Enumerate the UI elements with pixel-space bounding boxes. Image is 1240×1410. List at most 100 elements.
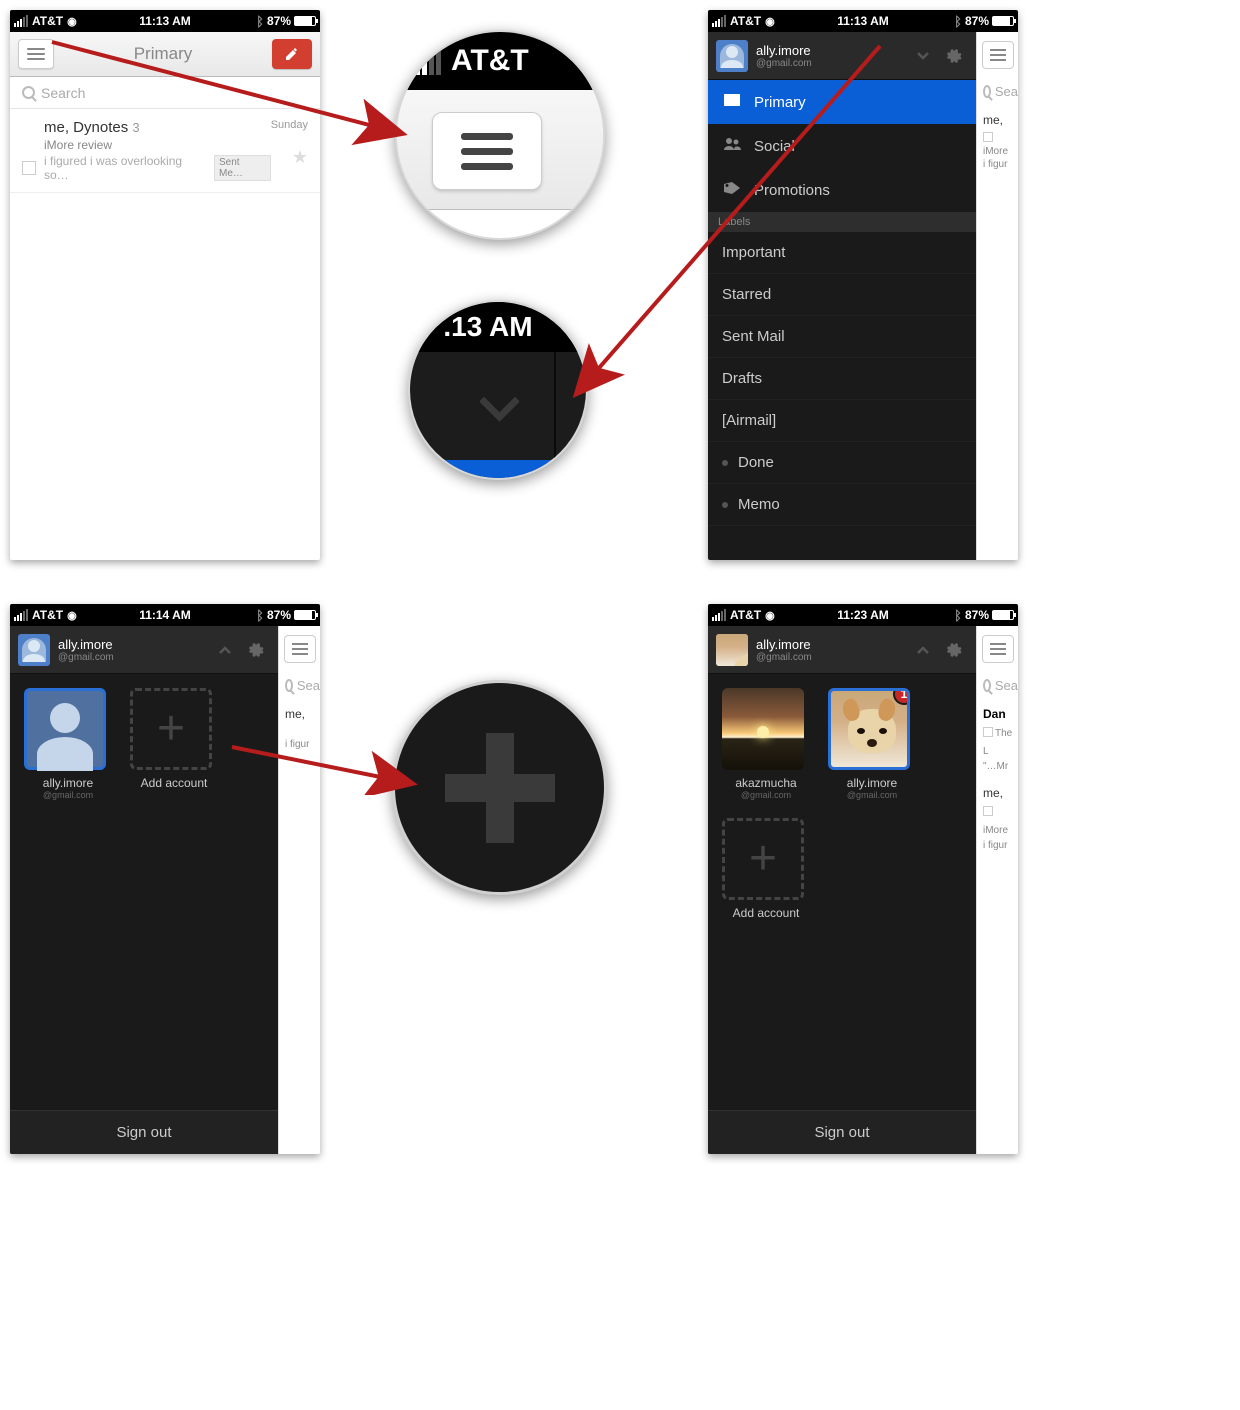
callout-plus	[392, 680, 607, 895]
settings-button[interactable]	[938, 41, 968, 71]
avatar[interactable]	[18, 634, 50, 666]
mail-from: me,	[279, 707, 320, 721]
screenshot-sidebar: AT&T ◉ 11:13 AM ᛒ 87% ally.imore @gmail.…	[708, 10, 1018, 560]
gear-icon	[246, 641, 264, 659]
add-account-label: Add account	[722, 906, 810, 920]
mail-from: Dan	[977, 707, 1018, 721]
account-dropdown[interactable]	[908, 635, 938, 665]
mail-from: me,	[977, 113, 1018, 127]
label-airmail[interactable]: [Airmail]	[708, 400, 976, 442]
carrier-label: AT&T	[32, 608, 63, 622]
account-picker: ally.imore @gmail.com + Add account	[10, 674, 278, 1154]
sidebar-item-promotions[interactable]: Promotions	[708, 168, 976, 212]
search-icon	[22, 86, 35, 99]
callout-menu-button: AT&T	[395, 30, 605, 240]
checkbox[interactable]	[22, 161, 36, 175]
label-done[interactable]: Done	[708, 442, 976, 484]
chevron-up-icon	[218, 645, 232, 655]
bullet-icon	[722, 460, 728, 466]
account-dropdown[interactable]	[210, 635, 240, 665]
sidebar-header: ally.imore @gmail.com	[10, 626, 278, 674]
checkbox[interactable]	[983, 132, 993, 142]
wifi-icon: ◉	[765, 15, 775, 28]
account-email: @gmail.com	[58, 652, 210, 663]
search-bar[interactable]: Sea	[977, 678, 1018, 693]
account-tile-2[interactable]: 1 ally.imore @gmail.com	[828, 688, 916, 800]
menu-button[interactable]	[18, 39, 54, 69]
signal-icon	[14, 15, 28, 27]
chevron-up-icon	[916, 645, 930, 655]
account-email: @gmail.com	[756, 652, 908, 663]
search-icon	[983, 679, 991, 692]
carrier-label: AT&T	[730, 14, 761, 28]
gear-icon	[944, 641, 962, 659]
account-tile[interactable]: ally.imore @gmail.com	[24, 688, 112, 800]
plus-icon: +	[157, 705, 185, 753]
checkbox[interactable]	[983, 727, 993, 737]
battery-pct: 87%	[267, 14, 291, 28]
sidebar-label: Promotions	[754, 182, 830, 199]
menu-button[interactable]	[432, 112, 542, 190]
screenshot-accounts-multi: AT&T ◉ 11:23 AM ᛒ 87% ally.imore @gmail.…	[708, 604, 1018, 1154]
label-drafts[interactable]: Drafts	[708, 358, 976, 400]
account-email: @gmail.com	[722, 790, 810, 800]
label-sentmail[interactable]: Sent Mail	[708, 316, 976, 358]
carrier-label: AT&T	[730, 608, 761, 622]
people-icon	[722, 137, 742, 155]
bluetooth-icon: ᛒ	[256, 14, 264, 29]
battery-pct: 87%	[965, 14, 989, 28]
compose-button[interactable]	[272, 39, 312, 69]
checkbox[interactable]	[983, 806, 993, 816]
settings-button[interactable]	[240, 635, 270, 665]
settings-button[interactable]	[938, 635, 968, 665]
avatar[interactable]	[716, 40, 748, 72]
account-name: ally.imore	[756, 43, 908, 58]
signout-button[interactable]: Sign out	[708, 1110, 976, 1154]
signal-icon	[14, 609, 28, 621]
search-bar[interactable]: Search	[10, 77, 320, 109]
tag-icon	[722, 181, 742, 199]
wifi-icon: ◉	[67, 15, 77, 28]
add-account-tile[interactable]: + Add account	[722, 818, 810, 920]
underlying-inbox-slice: Sea Dan The L "…Mr me, iMore i figur	[976, 626, 1018, 1154]
battery-icon	[992, 16, 1014, 26]
add-account-tile[interactable]: + Add account	[130, 688, 218, 800]
sidebar-item-primary[interactable]: Primary	[708, 80, 976, 124]
status-bar: AT&T ◉ 11:13 AM ᛒ 87%	[10, 10, 320, 32]
carrier-label: AT&T	[32, 14, 63, 28]
menu-button[interactable]	[284, 635, 316, 663]
mail-count: 3	[132, 120, 139, 135]
inbox-icon	[722, 93, 742, 111]
mail-row[interactable]: me, Dynotes 3 iMore review i figured i w…	[10, 109, 320, 193]
sidebar-label: Social	[754, 138, 795, 155]
account-dropdown[interactable]	[908, 41, 938, 71]
account-tile-1[interactable]: akazmucha @gmail.com	[722, 688, 810, 800]
sidebar-item-social[interactable]: Social	[708, 124, 976, 168]
label-important[interactable]: Important	[708, 232, 976, 274]
bluetooth-icon: ᛒ	[954, 14, 962, 29]
pencil-icon	[284, 46, 300, 62]
avatar[interactable]	[716, 634, 748, 666]
clock: 11:14 AM	[139, 608, 191, 622]
chevron-down-icon	[916, 51, 930, 61]
label-starred[interactable]: Starred	[708, 274, 976, 316]
menu-button[interactable]	[982, 41, 1014, 69]
wifi-icon: ◉	[765, 609, 775, 622]
add-account-box: +	[722, 818, 804, 900]
chevron-down-icon	[477, 383, 519, 425]
labels-header: Labels	[708, 212, 976, 232]
account-email: @gmail.com	[828, 790, 916, 800]
callout-chevron: .13 AM	[408, 300, 588, 480]
signout-button[interactable]: Sign out	[10, 1110, 278, 1154]
menu-button[interactable]	[982, 635, 1014, 663]
star-icon[interactable]: ★	[271, 147, 308, 168]
mail-badge: Sent Me…	[214, 155, 271, 181]
underlying-inbox-slice: Sea me, iMore i figur	[976, 32, 1018, 560]
account-name: akazmucha	[722, 776, 810, 790]
status-bar: AT&T ◉ 11:14 AM ᛒ 87%	[10, 604, 320, 626]
search-bar[interactable]: Sea	[279, 678, 320, 693]
bullet-icon	[722, 502, 728, 508]
label-memo[interactable]: Memo	[708, 484, 976, 526]
search-bar[interactable]: Sea	[977, 84, 1018, 99]
plus-icon: +	[749, 835, 777, 883]
